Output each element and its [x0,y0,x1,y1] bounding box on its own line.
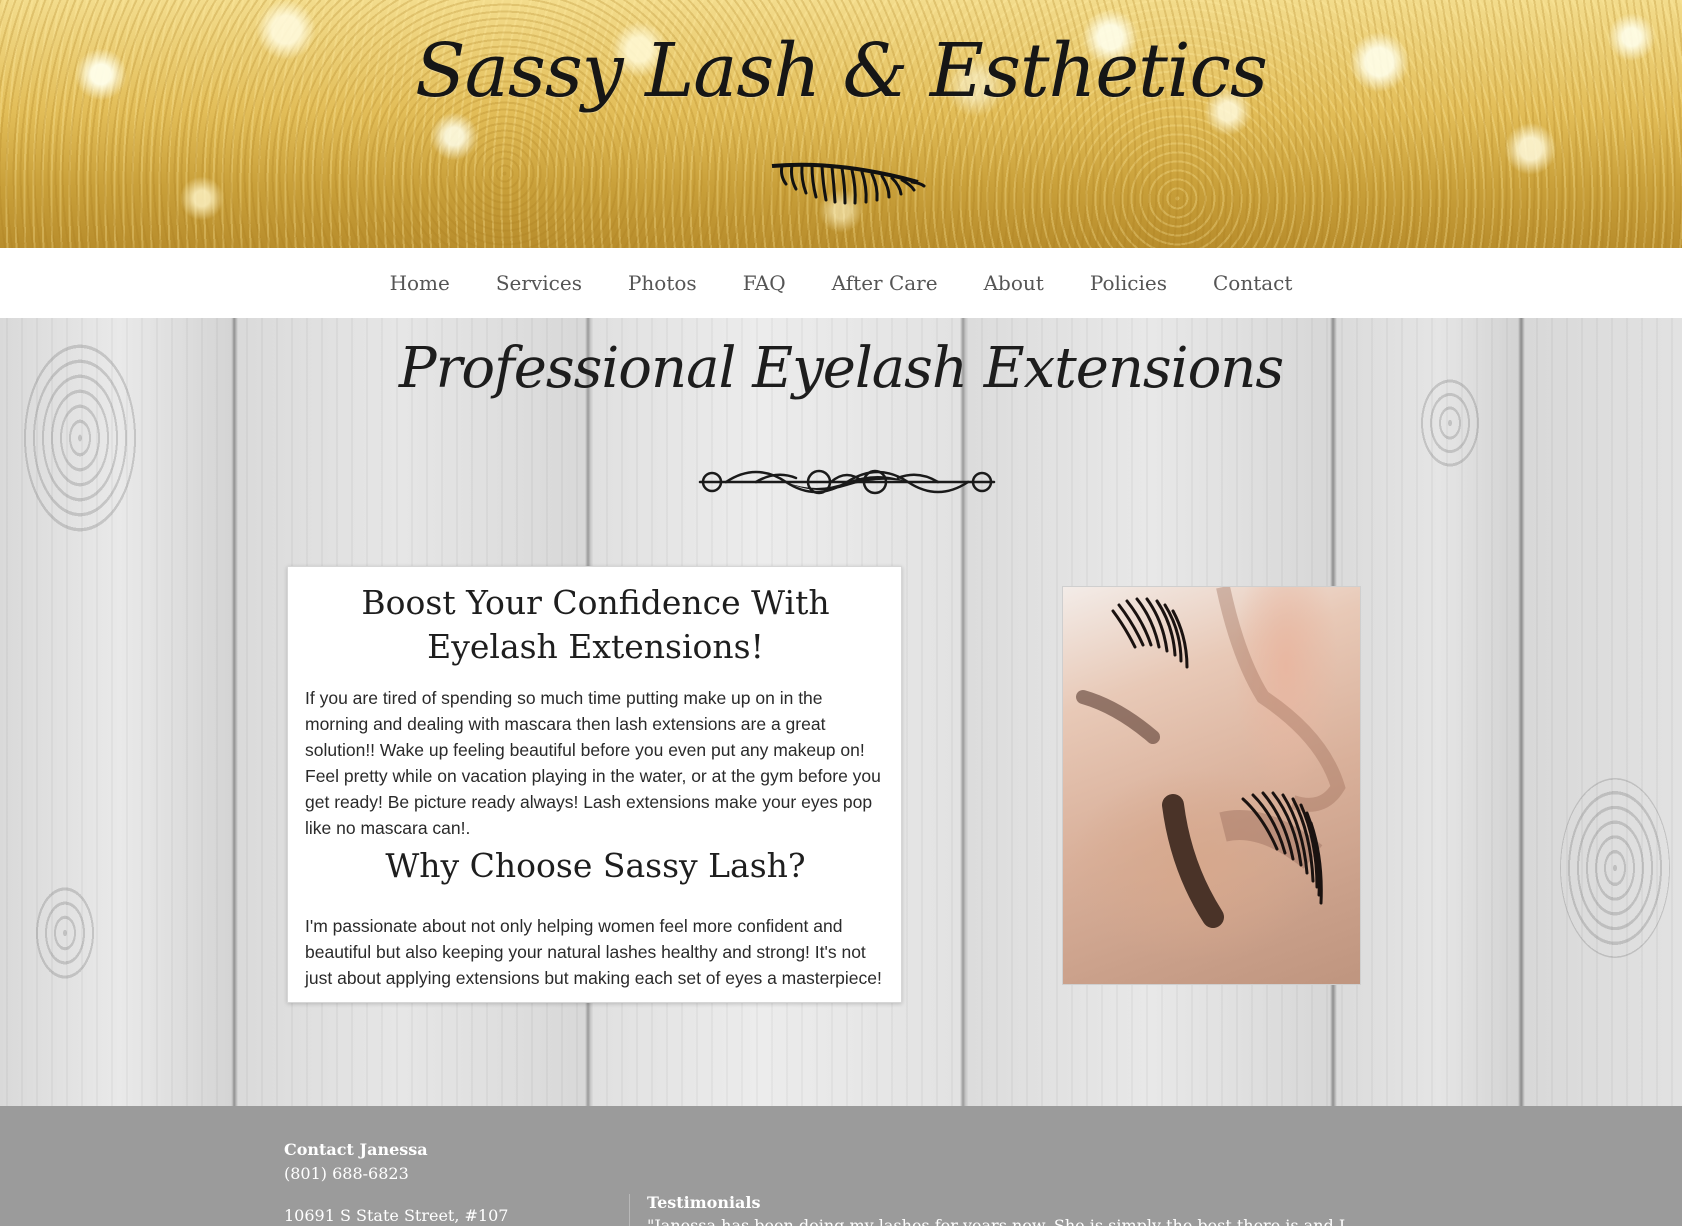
main-content: Professional Eyelash Extensions Boost Yo… [0,318,1682,1106]
nav-item-after-care[interactable]: After Care [809,271,961,295]
nav-item-home[interactable]: Home [367,271,473,295]
testimonials-heading: Testimonials [647,1193,761,1212]
section-title: Professional Eyelash Extensions [398,336,1284,401]
intro-card: Boost Your Confidence With Eyelash Exten… [287,566,902,1003]
contact-address: 10691 S State Street, #107 [284,1206,509,1225]
brand-logo-title[interactable]: Sassy Lash & Esthetics [0,28,1682,114]
nav-item-services[interactable]: Services [473,271,605,295]
eyelash-photo [1062,586,1361,985]
scroll-ornament-icon [698,469,996,495]
why-choose-text: I'm passionate about not only helping wo… [305,916,882,988]
site-footer: Contact Janessa (801) 688-6823 10691 S S… [0,1106,1682,1226]
why-choose-heading: Why Choose Sassy Lash? [385,846,806,885]
site-header: Sassy Lash & Esthetics [0,0,1682,248]
boost-confidence-text: If you are tired of spending so much tim… [305,688,881,838]
nav-item-faq[interactable]: FAQ [720,271,809,295]
testimonial-quote: "Janessa has been doing my lashes for ye… [647,1216,1347,1226]
contact-name: Contact Janessa [284,1140,428,1159]
main-navigation: Home Services Photos FAQ After Care Abou… [0,248,1682,318]
footer-divider [629,1194,630,1226]
eyelash-photo-drawing [1076,587,1346,928]
eyelash-icon [771,162,926,205]
nav-item-policies[interactable]: Policies [1067,271,1190,295]
wood-knot [1560,778,1670,958]
nav-item-about[interactable]: About [961,271,1067,295]
contact-phone-link[interactable]: (801) 688-6823 [284,1164,409,1183]
boost-confidence-heading: Boost Your Confidence With Eyelash Exten… [361,583,830,666]
nav-item-contact[interactable]: Contact [1190,271,1315,295]
nav-item-photos[interactable]: Photos [605,271,720,295]
wood-knot [30,878,100,988]
